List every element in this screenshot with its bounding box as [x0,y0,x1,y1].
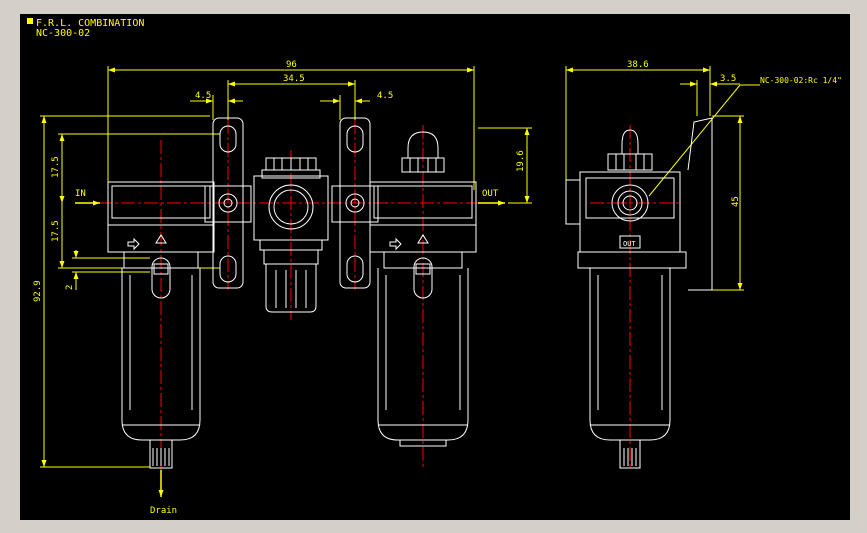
drain-label: Drain [150,506,177,516]
out-label: OUT [482,189,499,199]
dimension-lines [40,66,760,468]
dim-bracket-right: 4.5 [377,91,393,101]
dim-total-height: 92.9 [33,280,43,302]
dim-overall-width: 96 [286,60,297,70]
title-line2: NC-300-02 [36,28,90,39]
dim-upper-height: 17.5 [51,156,61,178]
cad-drawing: F.R.L. COMBINATION NC-300-02 96 34.5 4.5… [27,18,842,516]
dim-small-gap: 2 [65,285,75,290]
front-view [107,117,477,469]
side-view [565,117,713,469]
dim-side-width: 38.6 [627,60,649,70]
dim-port-to-top: 19.6 [516,150,526,172]
title-block: F.R.L. COMBINATION NC-300-02 [27,18,144,39]
title-marker [27,18,33,24]
dim-bracket-left: 4.5 [195,91,211,101]
window-frame: F.R.L. COMBINATION NC-300-02 96 34.5 4.5… [0,0,867,533]
dim-side-offset: 3.5 [720,74,736,84]
side-out-plate-label: OUT [623,240,636,248]
side-bracket [687,117,713,291]
flow-arrow-icon-2 [389,237,402,251]
dim-side-height: 45 [731,196,741,207]
drawing-canvas: F.R.L. COMBINATION NC-300-02 96 34.5 4.5… [20,14,850,520]
port-callout: NC-300-02:Rc 1/4" [760,76,842,85]
in-label: IN [75,189,86,199]
dim-center-distance: 34.5 [283,74,305,84]
flow-arrow-icon [127,237,140,251]
dim-lower-height: 17.5 [51,220,61,242]
